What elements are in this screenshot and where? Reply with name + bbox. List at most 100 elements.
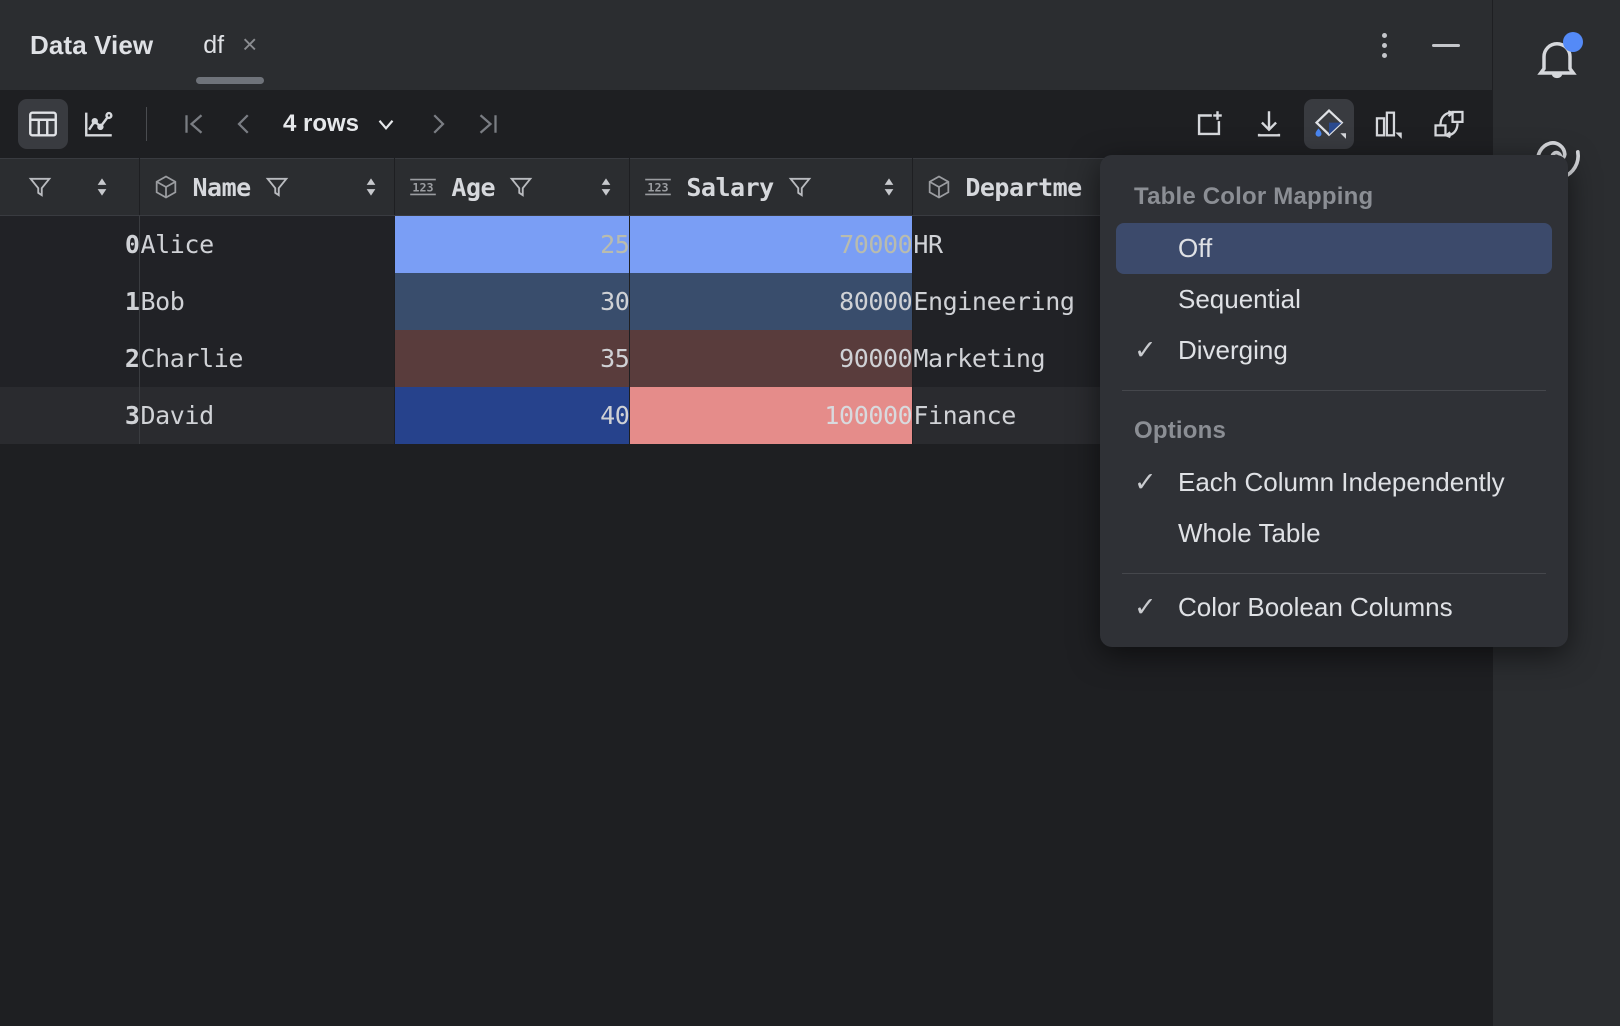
chevron-last-icon xyxy=(479,114,497,134)
color-mapping-menu: Table Color Mapping Off Sequential ✓ Div… xyxy=(1100,155,1568,647)
numeric-icon: 123 xyxy=(410,178,437,196)
transpose-refresh-icon xyxy=(1434,110,1464,139)
cell-name[interactable]: David xyxy=(139,386,396,444)
menu-options-title: Options xyxy=(1134,417,1227,444)
cell-name[interactable]: Charlie xyxy=(139,329,396,387)
bar-chart-icon xyxy=(1375,111,1402,139)
svg-text:123: 123 xyxy=(648,180,669,194)
application-window: Data View df × 4 rows Name 123 Age 123 S… xyxy=(0,0,1620,1026)
column-label: Age xyxy=(451,172,496,202)
data-view-tool-window: Data View df × 4 rows Name 123 Age 123 S… xyxy=(0,0,1568,1026)
sort-icon[interactable] xyxy=(360,174,382,200)
row-index: 0 xyxy=(0,215,141,273)
color-mapping-button[interactable] xyxy=(1304,99,1354,149)
menu-item-label: Diverging xyxy=(1178,335,1288,365)
filter-icon[interactable] xyxy=(507,173,535,201)
toolbar-right-group xyxy=(1184,99,1474,149)
open-in-new-window-button[interactable] xyxy=(1184,99,1234,149)
previous-page-button[interactable] xyxy=(219,99,269,149)
rows-count-label: 4 rows xyxy=(283,110,360,137)
cell-name[interactable]: Alice xyxy=(139,215,396,273)
transpose-button[interactable] xyxy=(1424,99,1474,149)
column-label: Salary xyxy=(686,172,774,202)
sort-icon[interactable] xyxy=(878,174,900,200)
column-header-name[interactable]: Name xyxy=(139,158,396,216)
column-label: Departme xyxy=(965,172,1082,202)
column-header-age[interactable]: 123 Age xyxy=(394,158,631,216)
pagination-controls: 4 rows xyxy=(169,99,513,149)
menu-item-each-column-independently[interactable]: ✓ Each Column Independently xyxy=(1116,457,1552,508)
minimize-icon xyxy=(1432,43,1460,47)
cube-icon xyxy=(156,175,177,199)
row-index: 3 xyxy=(0,386,141,444)
menu-item-label: Sequential xyxy=(1178,284,1301,314)
last-page-button[interactable] xyxy=(463,99,513,149)
table-icon xyxy=(29,111,57,137)
notifications-button[interactable] xyxy=(1519,22,1595,98)
next-page-button[interactable] xyxy=(413,99,463,149)
more-options-button[interactable] xyxy=(1360,21,1408,69)
row-index: 2 xyxy=(0,329,141,387)
menu-separator xyxy=(1122,573,1546,574)
menu-item-off[interactable]: Off xyxy=(1116,223,1552,274)
toolbar-left-group: 4 rows xyxy=(18,99,513,149)
tab-df[interactable]: df × xyxy=(183,0,277,90)
menu-item-whole-table[interactable]: Whole Table xyxy=(1116,508,1552,559)
cell-age[interactable]: 35 xyxy=(394,329,631,387)
close-icon[interactable]: × xyxy=(242,31,257,57)
tab-strip: df × xyxy=(183,0,277,90)
row-index: 1 xyxy=(0,272,141,330)
cell-salary[interactable]: 100000 xyxy=(629,386,914,444)
menu-separator xyxy=(1122,390,1546,391)
sort-icon[interactable] xyxy=(595,174,617,200)
filter-icon[interactable] xyxy=(786,173,814,201)
cube-icon xyxy=(929,175,950,199)
check-icon: ✓ xyxy=(1134,592,1157,622)
menu-item-diverging[interactable]: ✓ Diverging xyxy=(1116,325,1552,376)
menu-section-title: Table Color Mapping xyxy=(1134,183,1374,210)
cell-salary[interactable]: 80000 xyxy=(629,272,914,330)
menu-item-label: Color Boolean Columns xyxy=(1178,592,1453,622)
cell-age[interactable]: 30 xyxy=(394,272,631,330)
filter-icon[interactable] xyxy=(263,173,291,201)
cell-name[interactable]: Bob xyxy=(139,272,396,330)
numeric-icon: 123 xyxy=(645,178,672,196)
tool-window-title-bar: Data View df × xyxy=(0,0,1492,90)
svg-text:123: 123 xyxy=(413,180,434,194)
kebab-icon xyxy=(1381,32,1387,58)
view-table-button[interactable] xyxy=(18,99,68,149)
minimize-button[interactable] xyxy=(1422,21,1470,69)
cell-age[interactable]: 25 xyxy=(394,215,631,273)
chart-settings-button[interactable] xyxy=(1364,99,1414,149)
menu-item-color-boolean-columns[interactable]: ✓ Color Boolean Columns xyxy=(1116,582,1552,633)
menu-item-label: Each Column Independently xyxy=(1178,467,1505,497)
menu-item-label: Whole Table xyxy=(1178,518,1321,548)
view-chart-button[interactable] xyxy=(74,99,124,149)
toolbar-divider xyxy=(146,107,147,141)
data-view-toolbar: 4 rows xyxy=(0,90,1492,158)
menu-item-label: Off xyxy=(1178,233,1213,263)
cell-age[interactable]: 40 xyxy=(394,386,631,444)
chevron-left-icon xyxy=(237,114,249,134)
chevron-down-icon xyxy=(378,120,394,130)
chevron-right-icon xyxy=(433,114,445,134)
download-icon xyxy=(1257,111,1281,137)
notification-badge xyxy=(1562,32,1583,52)
filter-icon[interactable] xyxy=(26,173,54,201)
column-header-index[interactable] xyxy=(0,158,141,216)
tab-label: df xyxy=(203,30,225,59)
cell-salary[interactable]: 90000 xyxy=(629,329,914,387)
rows-count-dropdown[interactable]: 4 rows xyxy=(269,110,413,138)
column-header-salary[interactable]: 123 Salary xyxy=(629,158,914,216)
title-bar-actions xyxy=(1360,21,1492,69)
sort-icon[interactable] xyxy=(91,174,113,200)
cell-salary[interactable]: 70000 xyxy=(629,215,914,273)
export-data-button[interactable] xyxy=(1244,99,1294,149)
check-icon: ✓ xyxy=(1134,467,1157,497)
page-title: Data View xyxy=(30,29,154,60)
menu-item-sequential[interactable]: Sequential xyxy=(1116,274,1552,325)
check-icon: ✓ xyxy=(1134,335,1157,365)
color-fill-icon xyxy=(1314,108,1346,139)
line-chart-icon xyxy=(85,111,113,137)
first-page-button[interactable] xyxy=(169,99,219,149)
